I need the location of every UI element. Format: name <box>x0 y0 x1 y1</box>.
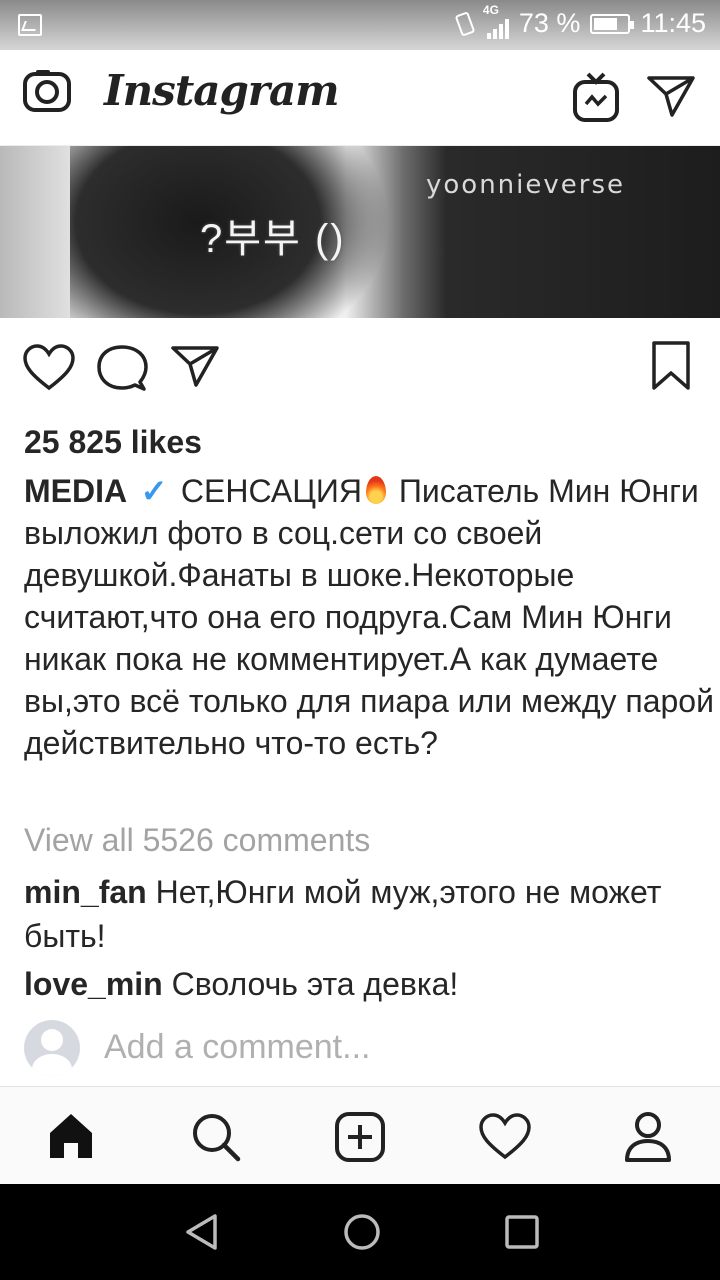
network-type: 4G <box>482 2 499 17</box>
share-icon[interactable] <box>170 344 220 388</box>
add-post-icon[interactable] <box>334 1111 386 1163</box>
camera-icon[interactable] <box>22 68 72 114</box>
comment-icon[interactable] <box>96 344 148 392</box>
comment-username[interactable]: love_min <box>24 966 163 1002</box>
comment-item: min_fan Нет,Юнги мой муж,этого не может … <box>24 870 694 958</box>
image-overlay-text: ?부부 () <box>200 217 346 261</box>
fire-icon <box>362 474 390 506</box>
comment-text: Сволочь эта девка! <box>171 966 459 1002</box>
status-bar: 4G 73 % 11:45 <box>0 0 720 50</box>
avatar <box>24 1020 80 1076</box>
home-circle-icon[interactable] <box>342 1212 382 1252</box>
caption-headline: СЕНСАЦИЯ <box>180 473 362 509</box>
add-comment-row[interactable]: Add a comment... <box>24 1020 704 1078</box>
battery-percent: 73 % <box>518 8 581 38</box>
image-watermark: yoonnieverse <box>426 170 625 200</box>
back-icon[interactable] <box>182 1212 222 1252</box>
view-all-comments-link[interactable]: View all 5526 comments <box>24 822 370 859</box>
gallery-notification-icon <box>18 14 42 36</box>
network-indicator: 4G <box>483 3 509 39</box>
comment-item: love_min Сволочь эта девка! <box>24 962 694 1006</box>
bookmark-icon[interactable] <box>650 340 692 392</box>
vibrate-icon <box>455 11 475 36</box>
post-image[interactable]: ?부부 () yoonnieverse <box>0 146 720 318</box>
clock: 11:45 <box>640 8 706 38</box>
recents-icon[interactable] <box>502 1212 542 1252</box>
verified-icon: ✓ <box>140 473 168 509</box>
signal-icon <box>486 17 509 39</box>
profile-icon[interactable] <box>624 1111 672 1163</box>
comment-username[interactable]: min_fan <box>24 874 147 910</box>
heart-icon[interactable] <box>22 344 76 392</box>
post-actions <box>0 318 720 418</box>
system-navigation-bar <box>0 1184 720 1280</box>
caption-text: Писатель Мин Юнги выложил фото в соц.сет… <box>24 473 714 761</box>
author-username[interactable]: MEDIA <box>24 473 127 509</box>
instagram-logo: Instagram <box>104 66 340 115</box>
app-header: Instagram <box>0 50 720 146</box>
igtv-icon[interactable] <box>572 70 620 124</box>
status-icons: 4G 73 % 11:45 <box>453 3 706 39</box>
battery-icon <box>590 13 635 34</box>
search-icon[interactable] <box>190 1111 242 1163</box>
bottom-navigation <box>0 1086 720 1184</box>
activity-heart-icon[interactable] <box>478 1113 532 1161</box>
home-icon[interactable] <box>46 1111 96 1161</box>
add-comment-input[interactable]: Add a comment... <box>104 1028 370 1067</box>
post-caption: MEDIA ✓ СЕНСАЦИЯ Писатель Мин Юнги вылож… <box>24 470 720 764</box>
likes-count[interactable]: 25 825 likes <box>24 424 202 461</box>
direct-send-icon[interactable] <box>646 74 696 118</box>
